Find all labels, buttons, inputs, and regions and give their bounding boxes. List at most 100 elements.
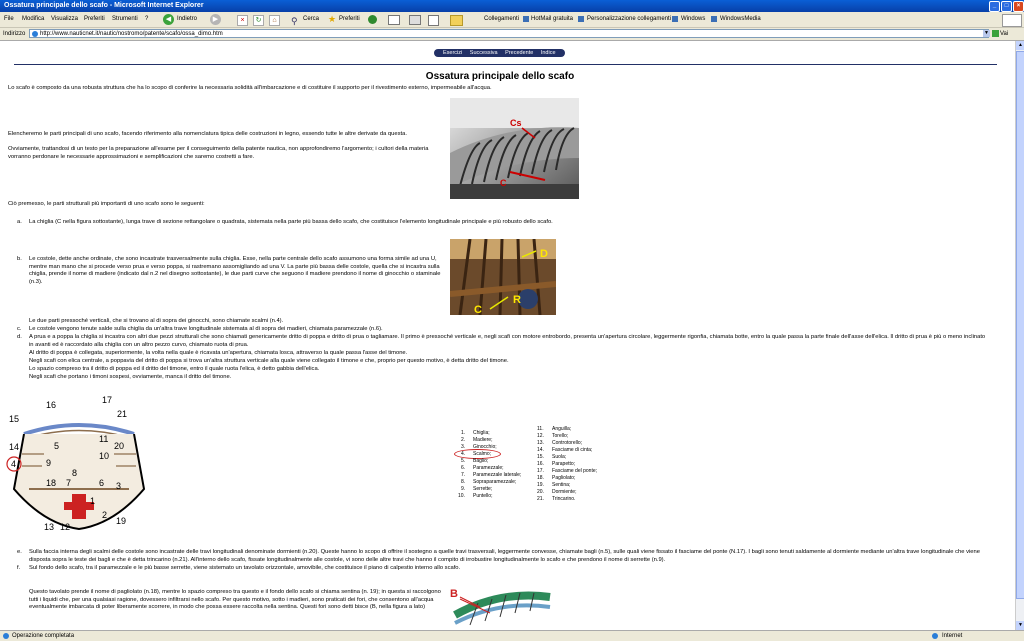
legend-num: 11. [537, 426, 544, 432]
item-b-text: Le costole, dette anche ordinate, che so… [29, 256, 441, 285]
menu-file[interactable]: File [4, 12, 14, 27]
legend-label: Puntello; [473, 493, 493, 499]
nav-esercizi[interactable]: Esercizi [443, 50, 462, 56]
num-2: 2 [102, 510, 107, 520]
item-b-letter: b. [17, 256, 22, 262]
num-4: 4 [11, 459, 16, 469]
legend-label: Paramezzale laterale; [473, 472, 522, 478]
address-dropdown-icon[interactable]: ▼ [983, 30, 990, 37]
scroll-thumb[interactable] [1016, 51, 1024, 599]
num-16: 16 [46, 400, 56, 410]
menu-preferiti[interactable]: Preferiti [84, 12, 105, 27]
link-personalize[interactable]: Personalizzazione collegamenti [587, 12, 671, 27]
print-icon[interactable] [409, 15, 421, 25]
legend-label: Torello; [552, 433, 569, 439]
para-premesso: Ciò premesso, le parti strutturali più i… [8, 201, 205, 207]
num-21: 21 [117, 409, 127, 419]
nav-indice[interactable]: Indice [541, 50, 556, 56]
favorites-icon[interactable]: ★ [328, 12, 336, 27]
maximize-icon[interactable]: □ [1001, 1, 1012, 12]
back-icon[interactable]: ◀ [163, 14, 174, 25]
address-input[interactable]: http://www.nauticnet.it/nautic/nostromo/… [29, 29, 989, 38]
legend-num: 1. [461, 430, 466, 436]
legend-num: 16. [537, 461, 544, 467]
nav-successiva[interactable]: Successiva [470, 50, 498, 56]
item-d4-text: Lo spazio compreso tra il dritto di popp… [29, 366, 320, 372]
edit-icon[interactable] [428, 15, 439, 26]
back-button[interactable]: Indietro [177, 12, 197, 27]
scroll-up-icon[interactable]: ▲ [1016, 41, 1024, 50]
label-b: B [450, 588, 458, 600]
menu-visualizza[interactable]: Visualizza [51, 12, 78, 27]
num-18: 18 [46, 478, 56, 488]
legend-label: Sentina; [552, 482, 571, 488]
address-bar: Indirizzo http://www.nauticnet.it/nautic… [0, 28, 1024, 41]
search-button[interactable]: Cerca [303, 12, 319, 27]
legend-num: 12. [537, 433, 544, 439]
legend-label: Sopraparamezzale; [473, 479, 517, 485]
menu-help[interactable]: ? [145, 12, 148, 27]
legend-label: Baglio; [473, 458, 489, 464]
num-15: 15 [9, 414, 19, 424]
item-g-text: Questo tavolato prende il nome di paglio… [29, 589, 441, 610]
link-windows[interactable]: Windows [681, 12, 705, 27]
legend-label: Madiere; [473, 437, 493, 443]
item-d-text: A prua e a poppa la chiglia si incastra … [29, 334, 986, 348]
hull-section-diagram: 17 16 21 15 14 11 5 20 10 9 4 8 7 18 6 3… [4, 394, 154, 544]
mail-icon[interactable] [388, 15, 400, 25]
legend-num: 19. [537, 482, 544, 488]
legend-num: 21. [537, 496, 544, 502]
item-f-text: Sul fondo dello scafo, tra il paramezzal… [29, 565, 461, 571]
legend-num: 9. [461, 486, 466, 492]
minimize-icon[interactable]: _ [989, 1, 1000, 12]
home-icon[interactable]: ⌂ [269, 15, 280, 26]
label-d: D [540, 248, 548, 260]
num-3: 3 [116, 481, 121, 491]
num-12: 12 [60, 522, 70, 532]
item-e-letter: e. [17, 549, 22, 555]
num-20: 20 [114, 441, 124, 451]
windows-flag-icon [1002, 14, 1022, 27]
item-e-text: Sulla faccia interna degli scalmi delle … [29, 549, 980, 563]
item-b2-text: Le due parti pressoché verticali, che si… [29, 318, 284, 324]
legend-label: Parapetto; [552, 461, 576, 467]
page-title: Ossatura principale dello scafo [425, 71, 575, 82]
media-icon[interactable] [368, 15, 377, 24]
stop-icon[interactable]: × [237, 15, 248, 26]
status-page-icon [3, 633, 9, 639]
menu-modifica[interactable]: Modifica [22, 12, 44, 27]
num-19: 19 [116, 516, 126, 526]
num-7: 7 [66, 478, 71, 488]
link-windowsmedia[interactable]: WindowsMedia [720, 12, 761, 27]
nav-precedente[interactable]: Precedente [505, 50, 533, 56]
forward-icon[interactable]: ▶ [210, 14, 221, 25]
favorites-button[interactable]: Preferiti [339, 12, 360, 27]
label-c-photo2: C [474, 304, 482, 315]
close-icon[interactable]: × [1013, 1, 1024, 12]
item-d5-text: Negli scafi che portano i timoni sospesi… [29, 374, 232, 380]
vertical-scrollbar[interactable]: ▲ ▼ [1015, 41, 1024, 630]
legend-num: 13. [537, 440, 544, 446]
legend-num: 8. [461, 479, 466, 485]
item-d3-text: Negli scafi con elica centrale, a poppav… [29, 358, 509, 364]
intro-text: Lo scafo è composto da una robusta strut… [8, 85, 492, 91]
links-label: Collegamenti [484, 16, 520, 22]
scroll-down-icon[interactable]: ▼ [1016, 621, 1024, 630]
num-10: 10 [99, 451, 109, 461]
legend-num: 2. [461, 437, 466, 443]
ie-page-icon [32, 31, 38, 37]
link-hotmail[interactable]: HotMail gratuita [531, 12, 573, 27]
search-icon[interactable]: ⚲ [291, 14, 298, 29]
go-icon[interactable] [992, 30, 999, 37]
num-17: 17 [102, 395, 112, 405]
folder-icon[interactable] [450, 15, 463, 26]
legend-num: 5. [461, 458, 466, 464]
num-13: 13 [44, 522, 54, 532]
go-button[interactable]: Vai [1000, 28, 1008, 40]
menu-strumenti[interactable]: Strumenti [112, 12, 138, 27]
legend-label: Trincarino. [552, 496, 576, 502]
internet-zone-icon [932, 633, 938, 639]
legend-label: Pagliolato; [552, 475, 576, 481]
legend-label: Chiglia; [473, 430, 490, 436]
refresh-icon[interactable]: ↻ [253, 15, 264, 26]
